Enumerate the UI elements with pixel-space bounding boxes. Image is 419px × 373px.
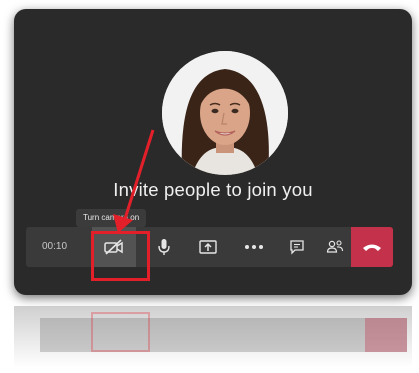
reflection-highlight bbox=[91, 312, 150, 352]
toolbar-reflection bbox=[14, 306, 412, 368]
reflection-hangup bbox=[365, 318, 407, 352]
